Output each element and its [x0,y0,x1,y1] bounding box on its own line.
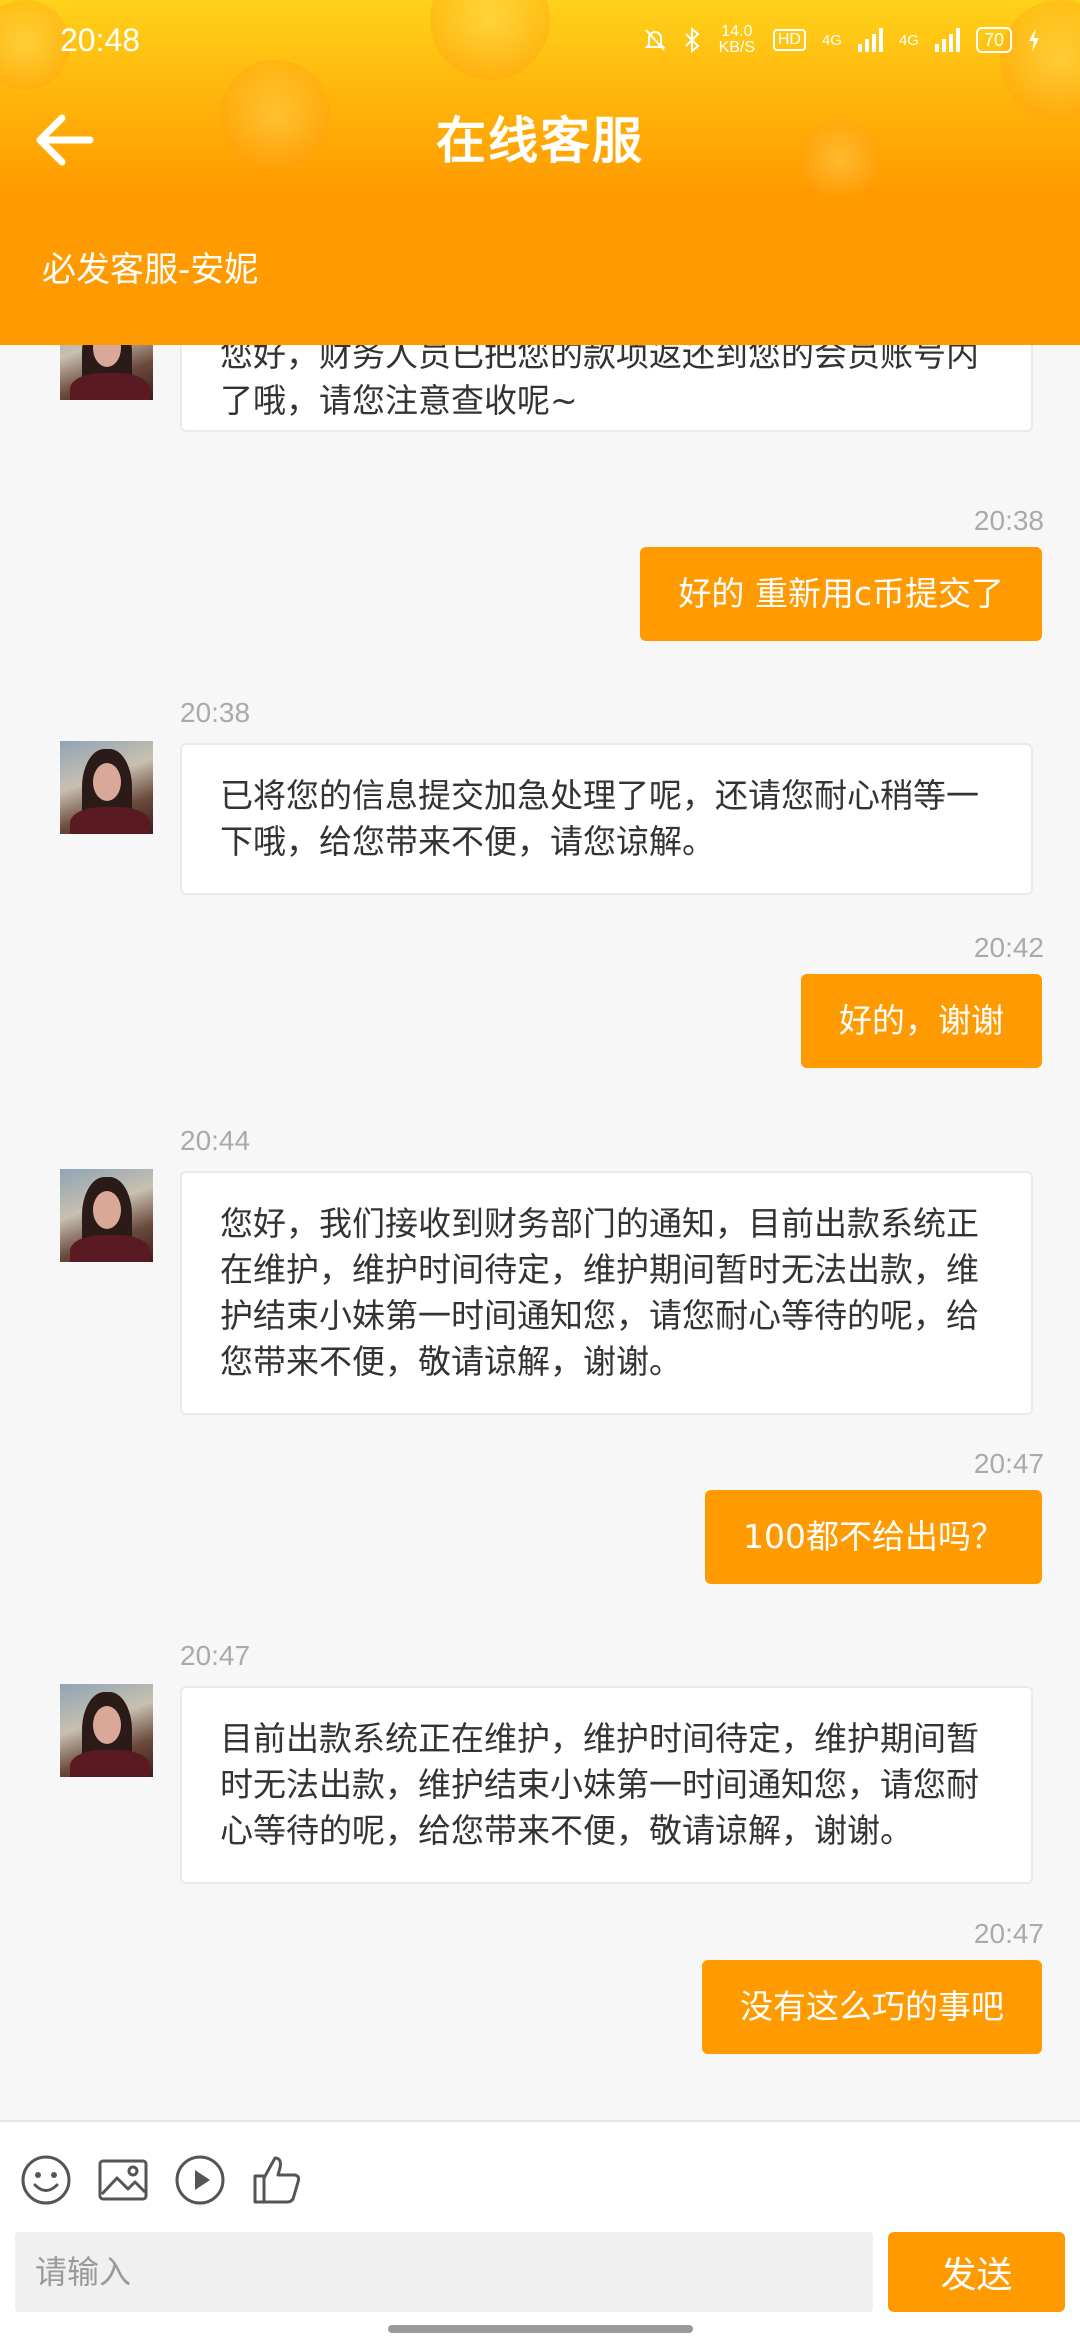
message-time: 20:44 [180,1125,251,1156]
message-input[interactable] [15,2232,873,2312]
net-speed: 14.0 KB/S [718,23,756,56]
message-bubble: 好的，谢谢 [801,974,1042,1068]
message-bubble: 100都不给出吗？ [705,1490,1042,1584]
agent-avatar [60,741,153,834]
image-icon[interactable] [95,2152,151,2208]
input-panel: 发送 [0,2120,1080,2340]
message-bubble: 好的 重新用c币提交了 [640,547,1042,641]
emoji-icon[interactable] [18,2152,74,2208]
message-bubble: 目前出款系统正在维护，维护时间待定，维护期间暂时无法出款，维护结束小妹第一时间通… [180,1686,1033,1884]
bluetooth-icon [685,27,700,53]
mute-bell-icon [644,29,666,51]
video-icon[interactable] [172,2152,228,2208]
agent-avatar [60,1169,153,1262]
signal-1-label: 4G [821,31,842,49]
message-bubble: 没有这么巧的事吧 [702,1960,1042,2054]
agent-name-bar: 必发客服-安妮 [0,195,1080,345]
message-time: 20:47 [973,1448,1044,1479]
message-time: 20:47 [973,1918,1044,1949]
message-time: 20:38 [973,505,1044,536]
signal-1-icon [857,28,883,52]
message-time: 20:42 [973,932,1044,963]
message-time: 20:47 [180,1640,251,1671]
agent-avatar [60,1684,153,1777]
message-bubble: 您好，我们接收到财务部门的通知，目前出款系统正在维护，维护时间待定，维护期间暂时… [180,1171,1033,1415]
signal-2-label: 4G [898,31,919,49]
message-bubble: 已将您的信息提交加急处理了呢，还请您耐心稍等一下哦，给您带来不便，请您谅解。 [180,743,1033,895]
status-time: 20:48 [60,21,141,58]
signal-2-icon [934,28,960,52]
status-bar: 20:48 14.0 KB/S HD 4G 4G 70 [0,0,1080,80]
charging-icon [1029,28,1039,52]
chat-area[interactable]: 您好，财务人员已把您的款项返还到您的会员账号内了哦，请您注意查收呢~ 20:38… [0,345,1080,2120]
agent-avatar [60,345,153,400]
status-icons: 14.0 KB/S HD 4G 4G 70 [643,24,1040,56]
message-bubble: 您好，财务人员已把您的款项返还到您的会员账号内了哦，请您注意查收呢~ [180,345,1033,432]
send-button[interactable]: 发送 [888,2232,1065,2312]
app-header: 20:48 14.0 KB/S HD 4G 4G 70 在线客服 [0,0,1080,195]
message-time: 20:38 [180,697,251,728]
battery-icon: 70 [975,27,1012,53]
thumbs-up-icon[interactable] [249,2152,305,2208]
page-title: 在线客服 [436,112,644,170]
hd-badge: HD [772,29,806,51]
home-indicator[interactable] [388,2325,693,2333]
